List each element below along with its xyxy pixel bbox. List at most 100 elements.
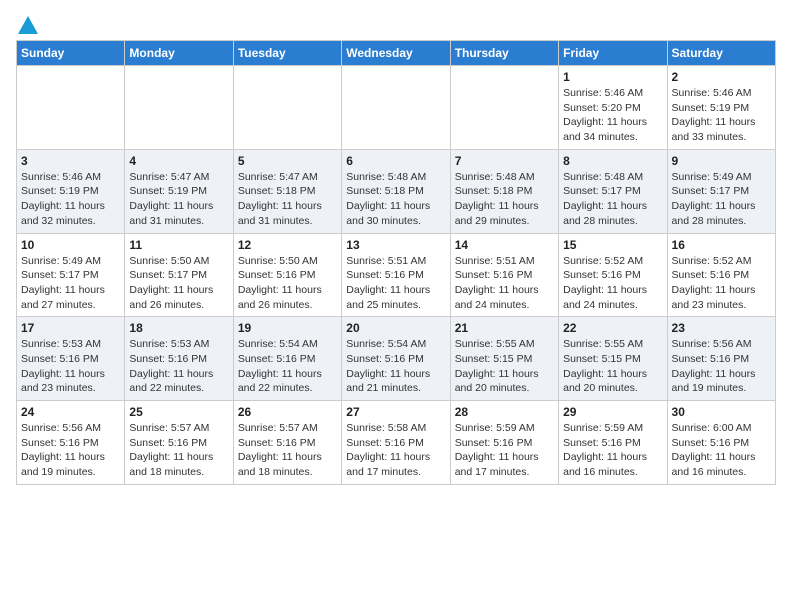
calendar-cell: 12Sunrise: 5:50 AM Sunset: 5:16 PM Dayli…	[233, 233, 341, 317]
weekday-header: Saturday	[667, 41, 775, 66]
calendar-cell: 14Sunrise: 5:51 AM Sunset: 5:16 PM Dayli…	[450, 233, 558, 317]
day-info: Sunrise: 5:55 AM Sunset: 5:15 PM Dayligh…	[563, 337, 662, 396]
day-info: Sunrise: 5:59 AM Sunset: 5:16 PM Dayligh…	[455, 421, 554, 480]
day-number: 11	[129, 238, 228, 252]
day-number: 21	[455, 321, 554, 335]
day-info: Sunrise: 5:53 AM Sunset: 5:16 PM Dayligh…	[21, 337, 120, 396]
day-info: Sunrise: 5:52 AM Sunset: 5:16 PM Dayligh…	[672, 254, 771, 313]
calendar-table: SundayMondayTuesdayWednesdayThursdayFrid…	[16, 40, 776, 485]
page-header	[16, 16, 776, 32]
day-number: 2	[672, 70, 771, 84]
day-info: Sunrise: 5:55 AM Sunset: 5:15 PM Dayligh…	[455, 337, 554, 396]
weekday-header: Thursday	[450, 41, 558, 66]
calendar-cell: 25Sunrise: 5:57 AM Sunset: 5:16 PM Dayli…	[125, 401, 233, 485]
calendar-week-row: 3 Sunrise: 5:46 AM Sunset: 5:19 PM Daylig…	[17, 149, 776, 233]
day-number: 26	[238, 405, 337, 419]
day-number: 30	[672, 405, 771, 419]
calendar-cell: 6 Sunrise: 5:48 AM Sunset: 5:18 PM Daylig…	[342, 149, 450, 233]
day-info: Sunrise: 5:49 AM Sunset: 5:17 PM Dayligh…	[672, 170, 771, 229]
calendar-cell: 10 Sunrise: 5:49 AM Sunset: 5:17 PM Dayli…	[17, 233, 125, 317]
calendar-cell	[17, 66, 125, 150]
calendar-cell: 19 Sunrise: 5:54 AM Sunset: 5:16 PM Dayli…	[233, 317, 341, 401]
day-info: Sunrise: 5:46 AM Sunset: 5:19 PM Dayligh…	[21, 170, 120, 229]
day-number: 22	[563, 321, 662, 335]
calendar-cell: 2 Sunrise: 5:46 AM Sunset: 5:19 PM Daylig…	[667, 66, 775, 150]
day-info: Sunrise: 5:57 AM Sunset: 5:16 PM Dayligh…	[238, 421, 337, 480]
day-info: Sunrise: 5:50 AM Sunset: 5:17 PM Dayligh…	[129, 254, 228, 313]
day-number: 24	[21, 405, 120, 419]
calendar-cell	[450, 66, 558, 150]
day-number: 19	[238, 321, 337, 335]
day-info: Sunrise: 5:47 AM Sunset: 5:19 PM Dayligh…	[129, 170, 228, 229]
day-number: 16	[672, 238, 771, 252]
day-info: Sunrise: 5:48 AM Sunset: 5:17 PM Dayligh…	[563, 170, 662, 229]
day-info: Sunrise: 5:52 AM Sunset: 5:16 PM Dayligh…	[563, 254, 662, 313]
day-number: 28	[455, 405, 554, 419]
calendar-cell: 17 Sunrise: 5:53 AM Sunset: 5:16 PM Dayli…	[17, 317, 125, 401]
day-number: 12	[238, 238, 337, 252]
day-number: 13	[346, 238, 445, 252]
day-info: Sunrise: 5:46 AM Sunset: 5:19 PM Dayligh…	[672, 86, 771, 145]
calendar-week-row: 1 Sunrise: 5:46 AM Sunset: 5:20 PM Daylig…	[17, 66, 776, 150]
weekday-header: Sunday	[17, 41, 125, 66]
calendar-cell: 9 Sunrise: 5:49 AM Sunset: 5:17 PM Daylig…	[667, 149, 775, 233]
day-number: 3	[21, 154, 120, 168]
calendar-week-row: 24 Sunrise: 5:56 AM Sunset: 5:16 PM Dayli…	[17, 401, 776, 485]
day-info: Sunrise: 6:00 AM Sunset: 5:16 PM Dayligh…	[672, 421, 771, 480]
calendar-week-row: 10 Sunrise: 5:49 AM Sunset: 5:17 PM Dayli…	[17, 233, 776, 317]
weekday-header: Wednesday	[342, 41, 450, 66]
day-info: Sunrise: 5:57 AM Sunset: 5:16 PM Dayligh…	[129, 421, 228, 480]
calendar-cell: 28 Sunrise: 5:59 AM Sunset: 5:16 PM Dayli…	[450, 401, 558, 485]
day-number: 18	[129, 321, 228, 335]
day-info: Sunrise: 5:53 AM Sunset: 5:16 PM Dayligh…	[129, 337, 228, 396]
day-info: Sunrise: 5:59 AM Sunset: 5:16 PM Dayligh…	[563, 421, 662, 480]
weekday-header: Friday	[559, 41, 667, 66]
weekday-header: Monday	[125, 41, 233, 66]
day-info: Sunrise: 5:51 AM Sunset: 5:16 PM Dayligh…	[346, 254, 445, 313]
day-info: Sunrise: 5:56 AM Sunset: 5:16 PM Dayligh…	[21, 421, 120, 480]
calendar-cell: 11 Sunrise: 5:50 AM Sunset: 5:17 PM Dayli…	[125, 233, 233, 317]
day-number: 29	[563, 405, 662, 419]
day-number: 8	[563, 154, 662, 168]
calendar-cell: 16 Sunrise: 5:52 AM Sunset: 5:16 PM Dayli…	[667, 233, 775, 317]
day-number: 1	[563, 70, 662, 84]
calendar-cell: 22 Sunrise: 5:55 AM Sunset: 5:15 PM Dayli…	[559, 317, 667, 401]
day-info: Sunrise: 5:54 AM Sunset: 5:16 PM Dayligh…	[346, 337, 445, 396]
day-info: Sunrise: 5:58 AM Sunset: 5:16 PM Dayligh…	[346, 421, 445, 480]
day-number: 6	[346, 154, 445, 168]
calendar-cell	[125, 66, 233, 150]
day-info: Sunrise: 5:54 AM Sunset: 5:16 PM Dayligh…	[238, 337, 337, 396]
calendar-cell: 7 Sunrise: 5:48 AM Sunset: 5:18 PM Daylig…	[450, 149, 558, 233]
day-info: Sunrise: 5:48 AM Sunset: 5:18 PM Dayligh…	[346, 170, 445, 229]
day-number: 15	[563, 238, 662, 252]
day-number: 10	[21, 238, 120, 252]
calendar-cell: 5Sunrise: 5:47 AM Sunset: 5:18 PM Daylig…	[233, 149, 341, 233]
calendar-cell: 23 Sunrise: 5:56 AM Sunset: 5:16 PM Dayli…	[667, 317, 775, 401]
calendar-cell: 20Sunrise: 5:54 AM Sunset: 5:16 PM Dayli…	[342, 317, 450, 401]
calendar-cell	[342, 66, 450, 150]
calendar-header-row: SundayMondayTuesdayWednesdayThursdayFrid…	[17, 41, 776, 66]
day-info: Sunrise: 5:56 AM Sunset: 5:16 PM Dayligh…	[672, 337, 771, 396]
day-info: Sunrise: 5:46 AM Sunset: 5:20 PM Dayligh…	[563, 86, 662, 145]
calendar-cell: 24 Sunrise: 5:56 AM Sunset: 5:16 PM Dayli…	[17, 401, 125, 485]
day-number: 23	[672, 321, 771, 335]
day-number: 5	[238, 154, 337, 168]
day-number: 9	[672, 154, 771, 168]
calendar-cell: 27 Sunrise: 5:58 AM Sunset: 5:16 PM Dayli…	[342, 401, 450, 485]
calendar-cell: 21 Sunrise: 5:55 AM Sunset: 5:15 PM Dayli…	[450, 317, 558, 401]
logo	[16, 16, 38, 32]
calendar-cell: 3 Sunrise: 5:46 AM Sunset: 5:19 PM Daylig…	[17, 149, 125, 233]
day-number: 17	[21, 321, 120, 335]
calendar-week-row: 17 Sunrise: 5:53 AM Sunset: 5:16 PM Dayli…	[17, 317, 776, 401]
calendar-cell: 8 Sunrise: 5:48 AM Sunset: 5:17 PM Daylig…	[559, 149, 667, 233]
calendar-cell: 1 Sunrise: 5:46 AM Sunset: 5:20 PM Daylig…	[559, 66, 667, 150]
day-info: Sunrise: 5:51 AM Sunset: 5:16 PM Dayligh…	[455, 254, 554, 313]
calendar-cell: 4Sunrise: 5:47 AM Sunset: 5:19 PM Daylig…	[125, 149, 233, 233]
calendar-cell	[233, 66, 341, 150]
day-number: 7	[455, 154, 554, 168]
day-number: 27	[346, 405, 445, 419]
calendar-cell: 29 Sunrise: 5:59 AM Sunset: 5:16 PM Dayli…	[559, 401, 667, 485]
weekday-header: Tuesday	[233, 41, 341, 66]
day-info: Sunrise: 5:49 AM Sunset: 5:17 PM Dayligh…	[21, 254, 120, 313]
day-info: Sunrise: 5:48 AM Sunset: 5:18 PM Dayligh…	[455, 170, 554, 229]
